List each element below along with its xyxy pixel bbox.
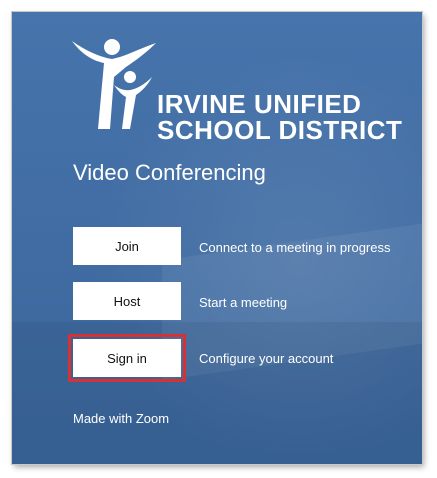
host-description: Start a meeting (199, 295, 288, 310)
sign-in-button[interactable]: Sign in (68, 334, 186, 382)
figures-logo-icon (72, 39, 156, 129)
logo-text-line2: SCHOOL DISTRICT (157, 115, 403, 145)
district-logo: IRVINE UNIFIED SCHOOL DISTRICT (68, 37, 402, 143)
join-description: Connect to a meeting in progress (199, 240, 391, 255)
join-button[interactable]: Join (73, 227, 181, 265)
host-button[interactable]: Host (73, 282, 181, 320)
app-window: IRVINE UNIFIED SCHOOL DISTRICT Video Con… (12, 12, 422, 464)
page-title: Video Conferencing (73, 160, 266, 185)
logo-text-line1: IRVINE UNIFIED (157, 89, 362, 119)
made-with-zoom-text: Made with Zoom (73, 411, 170, 426)
sign-in-description: Configure your account (199, 351, 334, 366)
